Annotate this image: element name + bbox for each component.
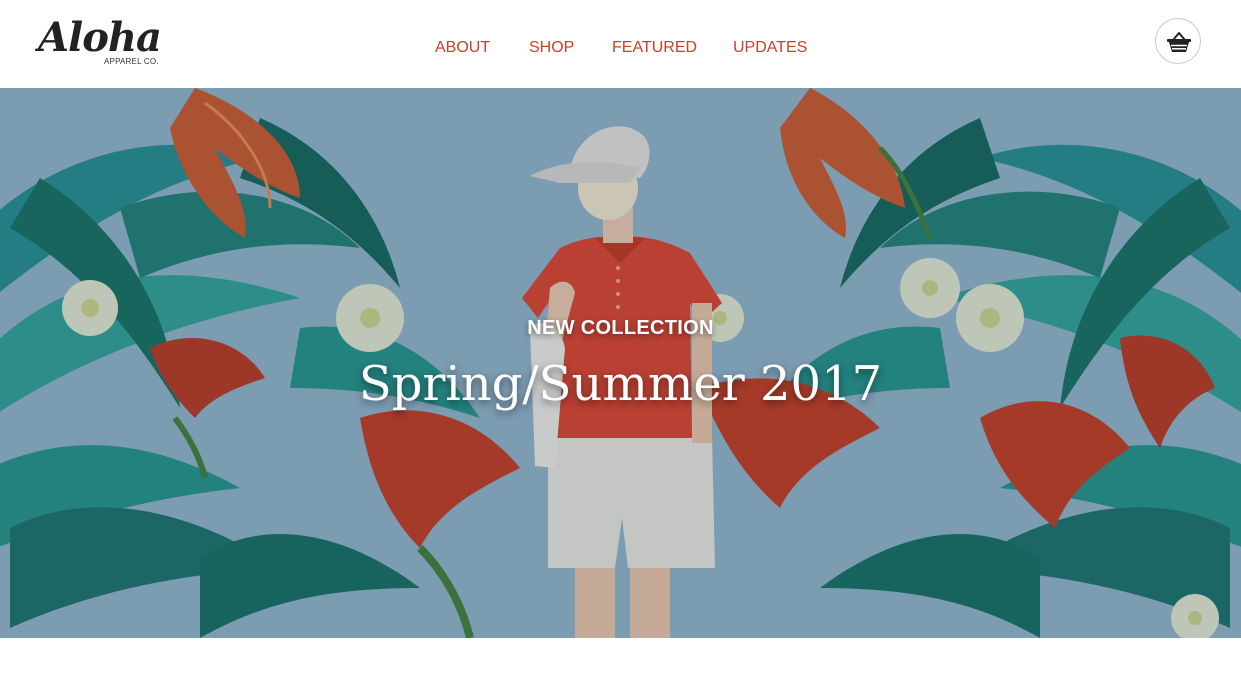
nav-item-about[interactable]: ABOUT xyxy=(435,36,490,60)
nav-item-updates[interactable]: UPDATES xyxy=(733,36,807,60)
page-body xyxy=(0,638,1241,680)
logo-subtext: APPAREL CO. xyxy=(104,57,159,66)
nav-item-featured[interactable]: FEATURED xyxy=(612,36,697,60)
basket-icon xyxy=(1167,32,1191,52)
brand-logo[interactable]: Aloha APPAREL CO. xyxy=(38,14,163,70)
logo-wordmark: Aloha xyxy=(38,14,162,61)
cart-button[interactable] xyxy=(1155,18,1201,64)
hero-banner: NEW COLLECTION Spring/Summer 2017 xyxy=(0,88,1241,638)
hero-eyebrow: NEW COLLECTION xyxy=(527,317,714,339)
hero-title: Spring/Summer 2017 xyxy=(358,356,883,412)
site-header: Aloha APPAREL CO. ABOUT SHOP FEATURED UP… xyxy=(0,0,1241,88)
nav-item-shop[interactable]: SHOP xyxy=(529,36,574,60)
